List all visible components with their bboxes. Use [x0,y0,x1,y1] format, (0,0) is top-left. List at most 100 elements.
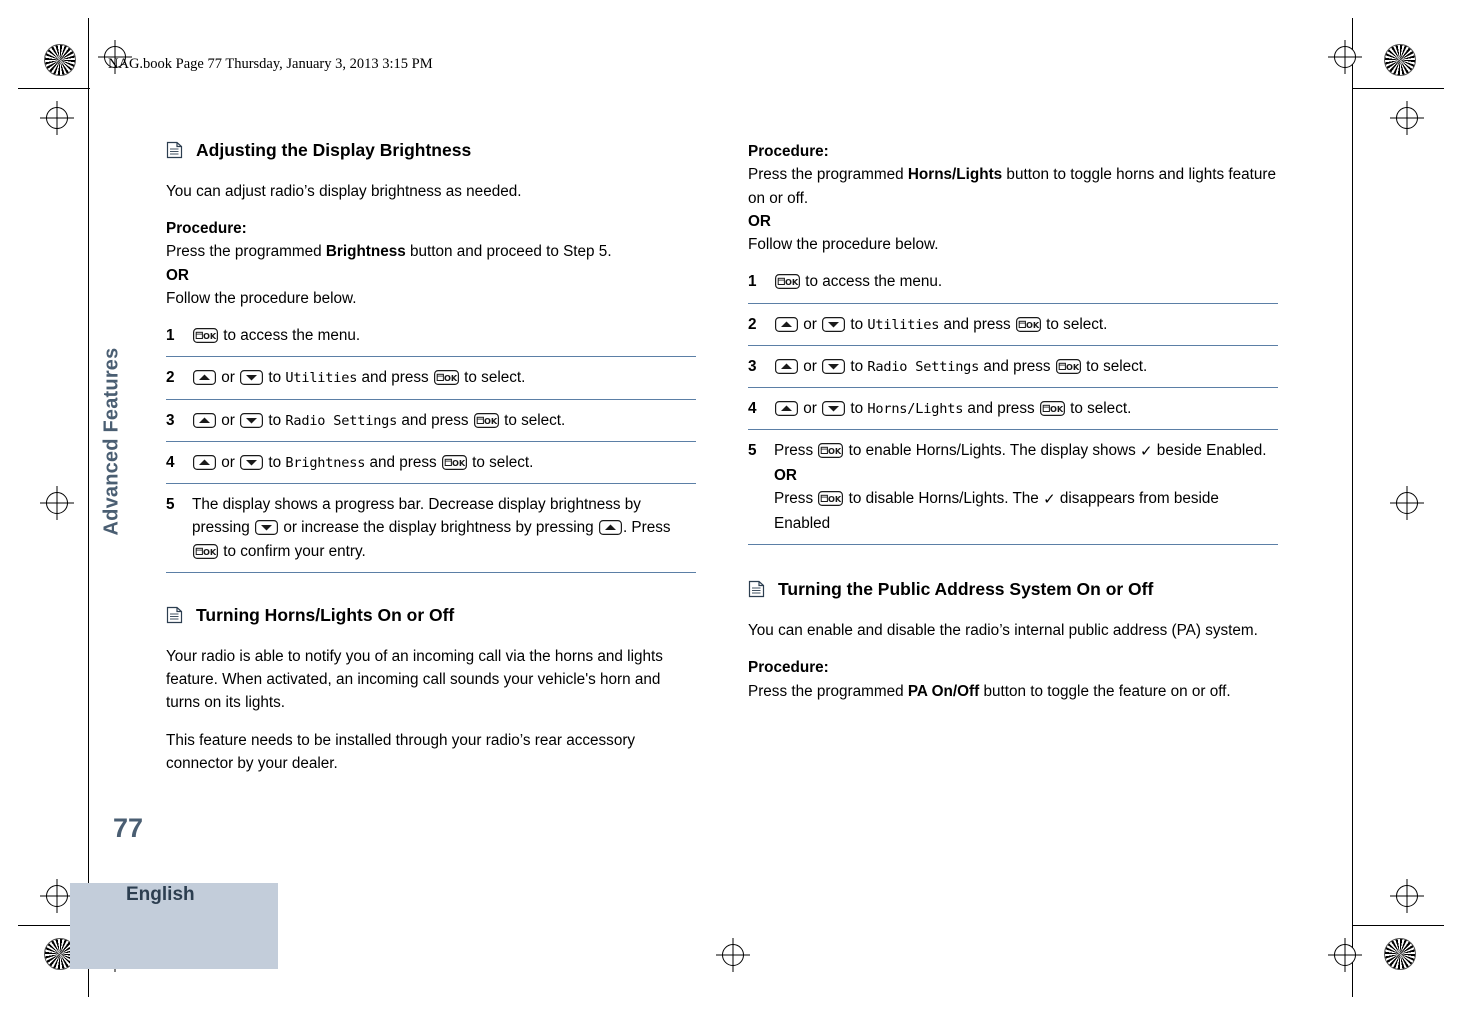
crop-line-top-left-h [18,88,90,89]
step-number: 4 [166,453,175,471]
step-text: to [846,315,868,333]
step-number: 4 [748,400,757,417]
registration-mark-left-mid [46,492,68,514]
chapter-side-tab: Advanced Features [100,347,123,536]
step-text: Press [774,490,818,508]
step-body: or to Brightness and press OK to select. [192,454,533,471]
menu-item-name: Radio Settings [867,358,980,375]
ok-key-icon: OK [1055,358,1081,374]
crop-line-top-right-h [1352,88,1444,89]
svg-text:OK: OK [203,331,217,341]
step-text: and press [365,453,441,471]
step-text: or [799,400,822,417]
procedure-label-text: Procedure: [748,659,829,677]
checkmark-icon: ✓ [1043,491,1056,509]
step-text: and press [397,411,473,429]
step-text: and press [939,315,1015,333]
crop-line-top-left-v [88,18,89,90]
registration-mark-right-bottom [1396,885,1418,907]
up-arrow-key-icon [193,454,216,470]
registration-mark-left-top [46,107,68,129]
step-text: and press [357,369,433,387]
step-body: or to Utilities and press OK to select. [192,369,525,386]
step-text: or [217,369,240,387]
step-number: 5 [166,496,175,514]
ok-key-icon: OK [818,491,844,507]
step-number: 1 [166,327,175,345]
ok-key-icon: OK [193,543,218,559]
step-text: or [217,411,240,429]
pa-intro-text: You can enable and disable the radio’s i… [748,622,1258,640]
pa-procedure-label: Procedure: [748,656,1278,679]
step-text: to [264,411,286,429]
svg-text:OK: OK [484,416,498,426]
print-star-bottom-right [1384,938,1416,970]
book-icon [166,141,183,159]
step-number: 3 [166,411,175,429]
step-text: or [217,453,240,471]
ok-key-icon: OK [433,370,459,386]
footer-language-label: English [126,884,195,905]
down-arrow-key-icon [822,316,846,332]
step-number: 1 [748,273,757,291]
step-text: . Press [622,519,671,537]
section-heading-public-address: Turning the Public Address System On or … [748,579,1278,601]
step-text: to select. [1041,315,1108,333]
page-number: 77 [113,813,144,843]
step-text: and press [963,400,1039,417]
print-star-top-right [1384,44,1416,76]
or-label-1: OR [166,266,189,284]
down-arrow-key-icon [822,358,846,374]
right-column: Procedure: Press the programmed Horns/Li… [748,140,1278,717]
menu-item-name: Horns/Lights [867,401,964,417]
step-text: and press [979,357,1055,375]
brightness-button-name: Brightness [325,243,406,261]
ok-key-icon: OK [441,454,467,470]
registration-mark-right-mid [1396,492,1418,514]
procedure-text-a: Press the programmed [748,166,908,184]
horns-lights-steps-list: 1 OK to access the menu. 2 or to Utilitie… [748,270,1278,546]
or-label-2: OR [748,212,771,230]
step-number: 5 [748,442,757,460]
crop-line-page-right [1352,88,1353,926]
svg-text:OK: OK [785,277,799,287]
step-text: to enable Horns/Lights. The display show… [844,442,1140,460]
svg-text:OK: OK [1066,362,1080,372]
step-number: 2 [748,315,757,333]
registration-mark-right-top [1396,107,1418,129]
brightness-procedure-label: Procedure: [166,217,696,240]
section-heading-turning-horns-lights: Turning Horns/Lights On or Off [166,605,696,627]
down-arrow-key-icon [240,370,264,386]
procedure-text-c: button and proceed to Step 5. [405,243,612,261]
ok-key-icon: OK [193,328,218,344]
procedure-step: 1 OK to access the menu. [166,324,696,358]
procedure-step: 1 OK to access the menu. [748,270,1278,304]
registration-mark-bottom-center-right [1334,944,1356,966]
step-body: OK to access the menu. [192,327,360,344]
procedure-step: 4 or to Brightness and press OK to selec… [166,451,696,485]
step-text: to confirm your entry. [219,542,366,560]
step-number: 2 [166,369,175,387]
ok-key-icon: OK [775,274,800,290]
step-body: Press OK to enable Horns/Lights. The dis… [774,442,1267,532]
menu-item-name: Radio Settings [285,412,398,429]
svg-text:OK: OK [1050,404,1064,414]
step-text: to access the menu. [801,273,943,291]
step-body: or to Radio Settings and press OK to sel… [192,412,565,429]
svg-text:OK: OK [444,373,458,383]
section-heading-text: Turning the Public Address System On or … [778,579,1154,600]
up-arrow-key-icon [598,520,622,536]
menu-item-name: Utilities [285,370,358,387]
step-text: to select. [499,411,566,429]
up-arrow-key-icon [775,358,798,374]
up-arrow-key-icon [193,370,216,386]
pa-procedure-body: Press the programmed PA On/Off button to… [748,680,1278,703]
brightness-steps-list: 1 OK to access the menu. 2 or to Utilitie… [166,324,696,573]
svg-text:OK: OK [828,494,842,504]
down-arrow-key-icon [240,412,264,428]
up-arrow-key-icon [193,412,216,428]
step-text: or [799,357,822,375]
horns-lights-paragraph-1: Your radio is able to notify you of an i… [166,647,663,712]
section-heading-adjusting-display-brightness: Adjusting the Display Brightness [166,140,696,162]
procedure-step: 2 or to Utilities and press OK to select… [748,313,1278,346]
